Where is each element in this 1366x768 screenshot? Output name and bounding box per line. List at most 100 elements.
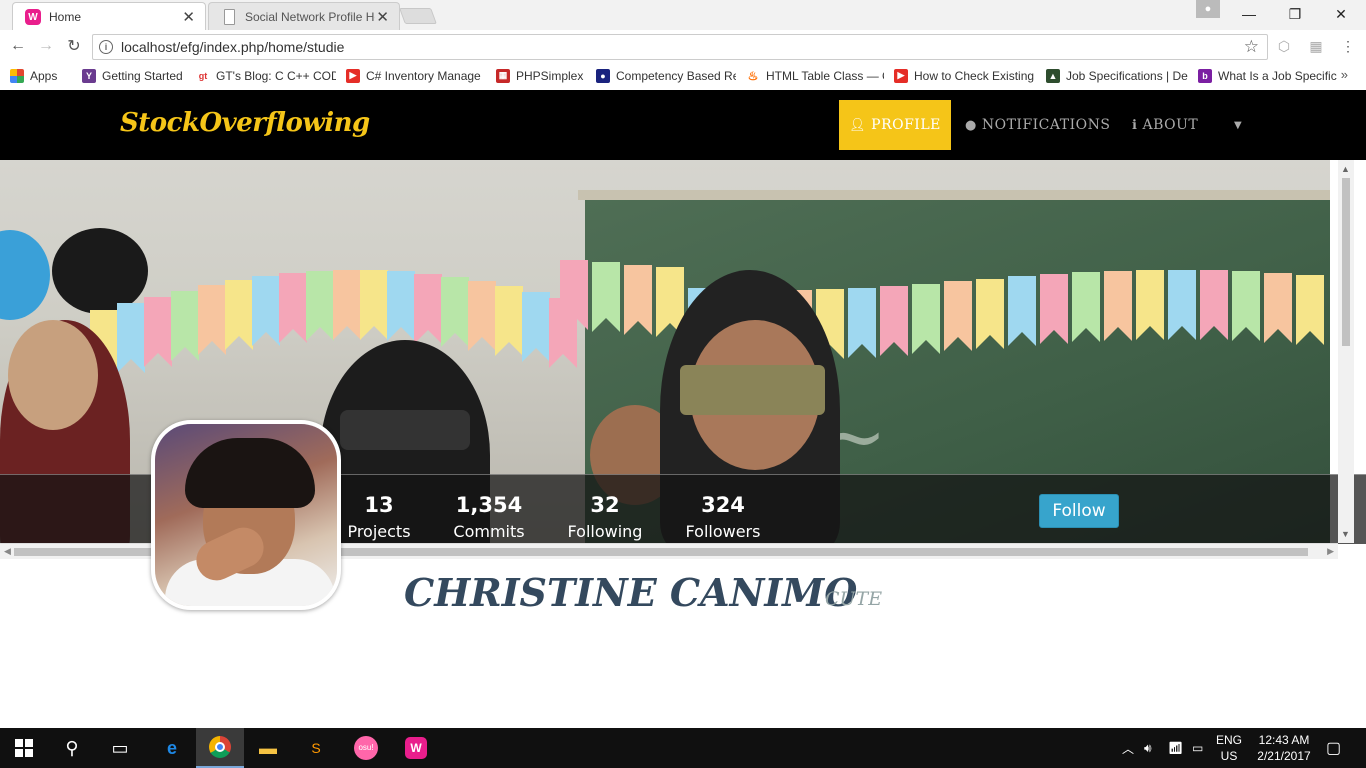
bookmark-how-to-check[interactable]: ▶ How to Check Existing <box>894 68 1036 83</box>
follow-button[interactable]: Follow <box>1039 494 1119 528</box>
close-tab-icon[interactable]: ✕ <box>376 8 389 26</box>
tab-label: Home <box>49 9 82 24</box>
nav-about[interactable]: ℹ ABOUT <box>1132 100 1198 150</box>
profile-name: CHRISTINE CANIMO <box>404 570 858 615</box>
stat-projects[interactable]: 13 Projects <box>345 493 413 541</box>
restore-icon[interactable]: ❐ <box>1272 0 1318 28</box>
file-explorer-icon[interactable]: ▬ <box>244 728 292 768</box>
bookmark-label: Job Specifications | De <box>1066 68 1188 83</box>
profile-nickname: CUTE <box>825 588 883 610</box>
url-text: localhost/efg/index.php/home/studie <box>121 39 345 55</box>
bookmark-apps[interactable]: Apps <box>10 68 72 83</box>
bookmark-html-table[interactable]: ♨ HTML Table Class — C <box>746 68 884 83</box>
task-view-icon[interactable]: ▭ <box>96 728 144 768</box>
browser-profile-icon[interactable]: ● <box>1196 0 1220 18</box>
bookmark-job-specs[interactable]: ▲ Job Specifications | De <box>1046 68 1188 83</box>
bookmark-label: Getting Started <box>102 68 183 83</box>
bookmark-label: How to Check Existing <box>914 68 1035 83</box>
youtube-icon: ▶ <box>346 68 360 83</box>
nav-dropdown-caret-icon[interactable]: ▼ <box>1234 100 1242 150</box>
scroll-left-icon[interactable]: ◀ <box>4 546 11 557</box>
site-icon: ▲ <box>1046 68 1060 83</box>
stat-value: 13 <box>364 493 394 517</box>
close-tab-icon[interactable]: ✕ <box>182 8 195 26</box>
bookmark-label: C# Inventory Manage <box>366 68 481 83</box>
nav-notifications[interactable]: ● NOTIFICATIONS <box>965 100 1110 150</box>
gt-icon: gt <box>196 68 210 83</box>
language-indicator[interactable]: ENG US <box>1216 732 1242 764</box>
scroll-up-icon[interactable]: ▲ <box>1341 164 1350 174</box>
profile-avatar[interactable] <box>151 420 341 610</box>
menu-kebab-icon[interactable]: ⋮ <box>1340 38 1356 54</box>
site-info-icon[interactable]: i <box>99 40 113 54</box>
show-hidden-icons-icon[interactable]: ︿ <box>1122 728 1134 768</box>
stat-followers[interactable]: 324 Followers <box>684 493 762 541</box>
bookmark-phpsimplex[interactable]: ▦ PHPSimplex <box>496 68 586 83</box>
osu-icon[interactable]: osu! <box>342 728 390 768</box>
nav-profile[interactable]: 👤︎ PROFILE <box>839 100 951 150</box>
extension-shield-icon[interactable]: ⬡ <box>1276 38 1292 54</box>
minimize-icon[interactable]: — <box>1226 0 1272 28</box>
cover-vertical-scrollbar[interactable]: ▲ ▼ <box>1338 160 1354 543</box>
nav-label: ABOUT <box>1142 117 1199 133</box>
bookmark-competency[interactable]: ● Competency Based Re <box>596 68 736 83</box>
stat-commits[interactable]: 1,354 Commits <box>452 493 526 541</box>
clock-time: 12:43 AM <box>1258 733 1310 747</box>
extension-grid-icon[interactable]: ▦ <box>1308 38 1324 54</box>
windows-taskbar: ⚲ ▭ e ▬ S osu! W ︿ 🔊︎ 📶︎ ▭ ENG US 12:43 … <box>0 728 1366 768</box>
site-icon: ● <box>596 68 610 83</box>
tab-home[interactable]: W Home ✕ <box>12 2 206 30</box>
system-clock[interactable]: 12:43 AM 2/21/2017 <box>1252 732 1316 764</box>
browser-titlebar: W Home ✕ Social Network Profile He ✕ ● —… <box>0 0 1366 30</box>
bookmark-star-icon[interactable]: ☆ <box>1244 37 1259 57</box>
stat-value: 324 <box>701 493 745 517</box>
action-center-icon[interactable]: ▢ <box>1326 728 1341 768</box>
windows-start-icon[interactable] <box>0 728 48 768</box>
close-window-icon[interactable]: ✕ <box>1318 0 1364 28</box>
bookmark-label: Apps <box>30 68 58 83</box>
nav-label: PROFILE <box>871 117 941 133</box>
bookmark-csharp-inventory[interactable]: ▶ C# Inventory Manage <box>346 68 486 83</box>
scroll-right-icon[interactable]: ▶ <box>1327 546 1334 557</box>
scroll-down-icon[interactable]: ▼ <box>1341 529 1350 539</box>
bookmark-label: PHPSimplex <box>516 68 584 83</box>
tab-label: Social Network Profile He <box>245 9 375 24</box>
stat-label: Projects <box>347 522 411 541</box>
stat-value: 1,354 <box>455 493 523 517</box>
sublime-text-icon[interactable]: S <box>292 728 340 768</box>
nav-label: NOTIFICATIONS <box>981 117 1111 133</box>
globe-icon: ● <box>965 117 977 133</box>
bookmark-gt-blog[interactable]: gt GT's Blog: C C++ COD <box>196 68 336 83</box>
forward-icon[interactable]: → <box>36 36 56 56</box>
wampserver-icon[interactable]: W <box>392 728 440 768</box>
bookmark-label: GT's Blog: C C++ COD <box>216 68 336 83</box>
stat-label: Followers <box>685 522 761 541</box>
bookmark-label: Competency Based Re <box>616 68 736 83</box>
address-bar[interactable]: i localhost/efg/index.php/home/studie ☆ <box>92 34 1268 60</box>
wifi-icon[interactable]: 📶︎ <box>1168 728 1183 768</box>
stat-following[interactable]: 32 Following <box>566 493 644 541</box>
stat-label: Following <box>567 522 643 541</box>
user-icon: 👤︎ <box>849 117 867 133</box>
cover-blindfold-mid <box>340 410 470 450</box>
tab-social-network-profile[interactable]: Social Network Profile He ✕ <box>208 2 400 30</box>
bookmark-what-is-job[interactable]: b What Is a Job Specific <box>1198 68 1338 83</box>
scrollbar-thumb[interactable] <box>1342 178 1350 346</box>
new-tab-button[interactable] <box>399 8 437 24</box>
bookmarks-overflow-icon[interactable]: » <box>1341 67 1348 82</box>
bookmark-getting-started[interactable]: Y Getting Started <box>82 68 186 83</box>
apps-grid-icon <box>10 68 24 83</box>
site-brand-logo[interactable]: StockOverflowing <box>120 108 370 138</box>
page-favicon-icon <box>224 9 235 25</box>
reload-icon[interactable]: ↻ <box>64 36 84 56</box>
back-icon[interactable]: ← <box>8 36 28 56</box>
volume-icon[interactable]: 🔊︎ <box>1144 728 1152 768</box>
chrome-browser-icon[interactable] <box>196 728 244 768</box>
edge-browser-icon[interactable]: e <box>148 728 196 768</box>
cover-black-balloon <box>52 228 148 314</box>
bookmarks-bar: Apps Y Getting Started gt GT's Blog: C C… <box>0 63 1366 88</box>
bookmark-icon: Y <box>82 68 96 83</box>
bookmark-label: HTML Table Class — C <box>766 68 884 83</box>
search-icon[interactable]: ⚲ <box>48 728 96 768</box>
battery-icon[interactable]: ▭ <box>1192 728 1203 768</box>
